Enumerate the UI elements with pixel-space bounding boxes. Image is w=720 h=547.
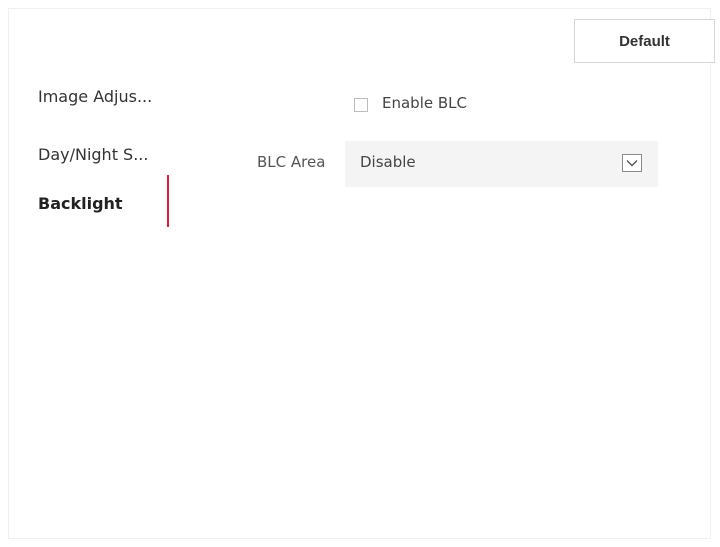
blc-area-select[interactable]: Disable (345, 141, 658, 187)
default-button[interactable]: Default (574, 19, 715, 63)
chevron-down-icon[interactable] (622, 154, 642, 172)
enable-blc-checkbox[interactable] (354, 98, 368, 112)
sidebar-item-backlight[interactable]: Backlight (38, 187, 173, 219)
sidebar-item-day-night-switch[interactable]: Day/Night S... (38, 138, 173, 170)
active-indicator (167, 175, 169, 227)
enable-blc-label[interactable]: Enable BLC (382, 94, 467, 112)
sidebar-item-image-adjustment[interactable]: Image Adjus... (38, 80, 173, 112)
blc-area-value: Disable (360, 153, 416, 171)
blc-area-label: BLC Area (257, 153, 326, 171)
